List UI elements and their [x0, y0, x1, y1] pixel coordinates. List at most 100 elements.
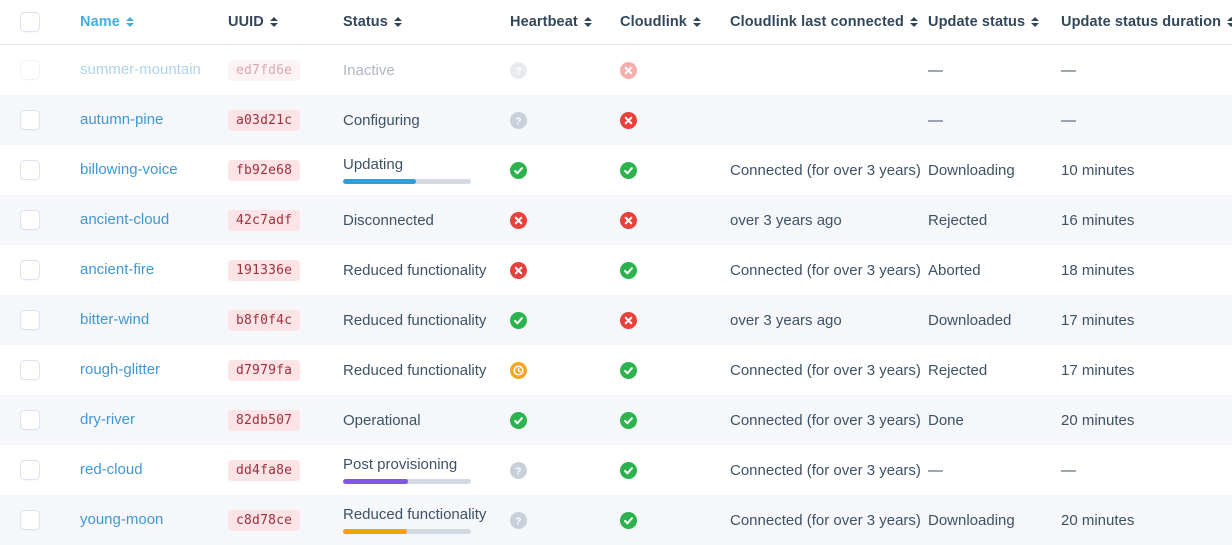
- status-text: Disconnected: [343, 212, 496, 229]
- update-status-duration-cell: 20 minutes: [1061, 512, 1232, 529]
- update-status-duration-cell: 17 minutes: [1061, 312, 1232, 329]
- row-checkbox[interactable]: [20, 460, 40, 480]
- status-progress-bar: [343, 479, 471, 484]
- name-cell: rough-glitter: [80, 361, 228, 379]
- name-cell: young-moon: [80, 511, 228, 529]
- cloudlink-cell: [620, 362, 730, 379]
- question-circle-icon: ?: [510, 112, 527, 129]
- check-circle-icon: [620, 262, 637, 279]
- column-header-label: UUID: [228, 14, 264, 30]
- cloudlink-cell: [620, 412, 730, 429]
- column-header-label: Update status duration: [1061, 14, 1221, 30]
- column-header-label: Name: [80, 14, 120, 30]
- table-row: ancient-cloud42c7adfDisconnectedover 3 y…: [0, 195, 1232, 245]
- row-checkbox[interactable]: [20, 410, 40, 430]
- machine-name-link[interactable]: young-moon: [80, 511, 163, 528]
- cloudlink-cell: [620, 462, 730, 479]
- status-text: Configuring: [343, 112, 496, 129]
- cloudlink-last-connected-cell: Connected (for over 3 years): [730, 462, 928, 479]
- column-header-label: Cloudlink: [620, 14, 687, 30]
- uuid-badge: fb92e68: [228, 160, 300, 181]
- uuid-badge: c8d78ce: [228, 510, 300, 531]
- clock-circle-icon: [510, 362, 527, 379]
- column-header-uuid[interactable]: UUID: [228, 14, 343, 30]
- svg-text:?: ?: [515, 516, 521, 527]
- row-checkbox[interactable]: [20, 310, 40, 330]
- machine-name-link[interactable]: ancient-cloud: [80, 211, 169, 228]
- table-body: summer-mountain ed7fd6eInactive? — — autumn-…: [0, 45, 1232, 545]
- column-header-cloudlink[interactable]: Cloudlink: [620, 14, 730, 30]
- row-checkbox[interactable]: [20, 210, 40, 230]
- cloudlink-last-connected-cell: Connected (for over 3 years): [730, 512, 928, 529]
- uuid-badge: d7979fa: [228, 360, 300, 381]
- question-circle-icon: ?: [510, 512, 527, 529]
- update-status-cell: —: [928, 462, 1061, 479]
- row-checkbox[interactable]: [20, 160, 40, 180]
- cloudlink-cell: [620, 212, 730, 229]
- heartbeat-cell: ?: [510, 112, 620, 129]
- update-status-duration-cell: —: [1061, 112, 1232, 129]
- status-progress-fill: [343, 479, 408, 484]
- table-row: dry-river82db507OperationalConnected (fo…: [0, 395, 1232, 445]
- machine-name-link[interactable]: ancient-fire: [80, 261, 154, 278]
- cloudlink-cell: [620, 162, 730, 179]
- select-all-checkbox[interactable]: [20, 12, 40, 32]
- status-progress-fill: [343, 529, 407, 534]
- status-text: Reduced functionality: [343, 312, 496, 329]
- update-status-cell: Rejected: [928, 212, 1061, 229]
- status-text: Inactive: [343, 62, 496, 79]
- row-checkbox[interactable]: [20, 60, 40, 80]
- uuid-badge: 82db507: [228, 410, 300, 431]
- cloudlink-last-connected-cell: over 3 years ago: [730, 312, 928, 329]
- status-text: Reduced functionality: [343, 262, 496, 279]
- sort-icon: [394, 17, 402, 27]
- update-status-cell: Downloading: [928, 512, 1061, 529]
- row-checkbox[interactable]: [20, 510, 40, 530]
- uuid-cell: 42c7adf: [228, 210, 343, 231]
- uuid-cell: ed7fd6e: [228, 60, 343, 81]
- machine-name-link[interactable]: dry-river: [80, 411, 135, 428]
- status-cell: Reduced functionality: [343, 312, 510, 329]
- table-row: summer-mountained7fd6eInactive?——: [0, 45, 1232, 95]
- update-status-duration-cell: —: [1061, 62, 1232, 79]
- column-header-cloudlink_last_connected[interactable]: Cloudlink last connected: [730, 14, 928, 30]
- row-select-cell: [0, 510, 80, 530]
- machine-name-link[interactable]: rough-glitter: [80, 361, 160, 378]
- name-cell: red-cloud: [80, 461, 228, 479]
- row-checkbox[interactable]: [20, 360, 40, 380]
- machine-name-link[interactable]: billowing-voice: [80, 161, 178, 178]
- sort-icon: [1227, 17, 1232, 27]
- name-cell: bitter-wind: [80, 311, 228, 329]
- column-header-status[interactable]: Status: [343, 14, 510, 30]
- row-select-cell: [0, 210, 80, 230]
- sort-icon: [126, 17, 134, 27]
- cloudlink-cell: [620, 62, 730, 79]
- update-status-duration-cell: 16 minutes: [1061, 212, 1232, 229]
- x-circle-icon: [510, 262, 527, 279]
- uuid-cell: 191336e: [228, 260, 343, 281]
- uuid-badge: a03d21c: [228, 110, 300, 131]
- uuid-cell: dd4fa8e: [228, 460, 343, 481]
- cloudlink-cell: [620, 262, 730, 279]
- column-header-heartbeat[interactable]: Heartbeat: [510, 14, 620, 30]
- machine-name-link[interactable]: summer-mountain: [80, 61, 201, 78]
- uuid-badge: b8f0f4c: [228, 310, 300, 331]
- name-cell: autumn-pine: [80, 111, 228, 129]
- name-cell: billowing-voice: [80, 161, 228, 179]
- x-circle-icon: [510, 212, 527, 229]
- machine-name-link[interactable]: red-cloud: [80, 461, 143, 478]
- uuid-badge: dd4fa8e: [228, 460, 300, 481]
- table-row: young-moonc8d78ceReduced functionality?C…: [0, 495, 1232, 545]
- machine-name-link[interactable]: autumn-pine: [80, 111, 163, 128]
- cloudlink-last-connected-cell: Connected (for over 3 years): [730, 162, 928, 179]
- column-header-update_status[interactable]: Update status: [928, 14, 1061, 30]
- column-header-label: Update status: [928, 14, 1025, 30]
- column-header-name[interactable]: Name: [80, 14, 228, 30]
- sort-icon: [693, 17, 701, 27]
- machine-name-link[interactable]: bitter-wind: [80, 311, 149, 328]
- row-checkbox[interactable]: [20, 260, 40, 280]
- row-checkbox[interactable]: [20, 110, 40, 130]
- uuid-badge: 191336e: [228, 260, 300, 281]
- x-circle-icon: [620, 112, 637, 129]
- column-header-update_status_duration[interactable]: Update status duration: [1061, 14, 1232, 30]
